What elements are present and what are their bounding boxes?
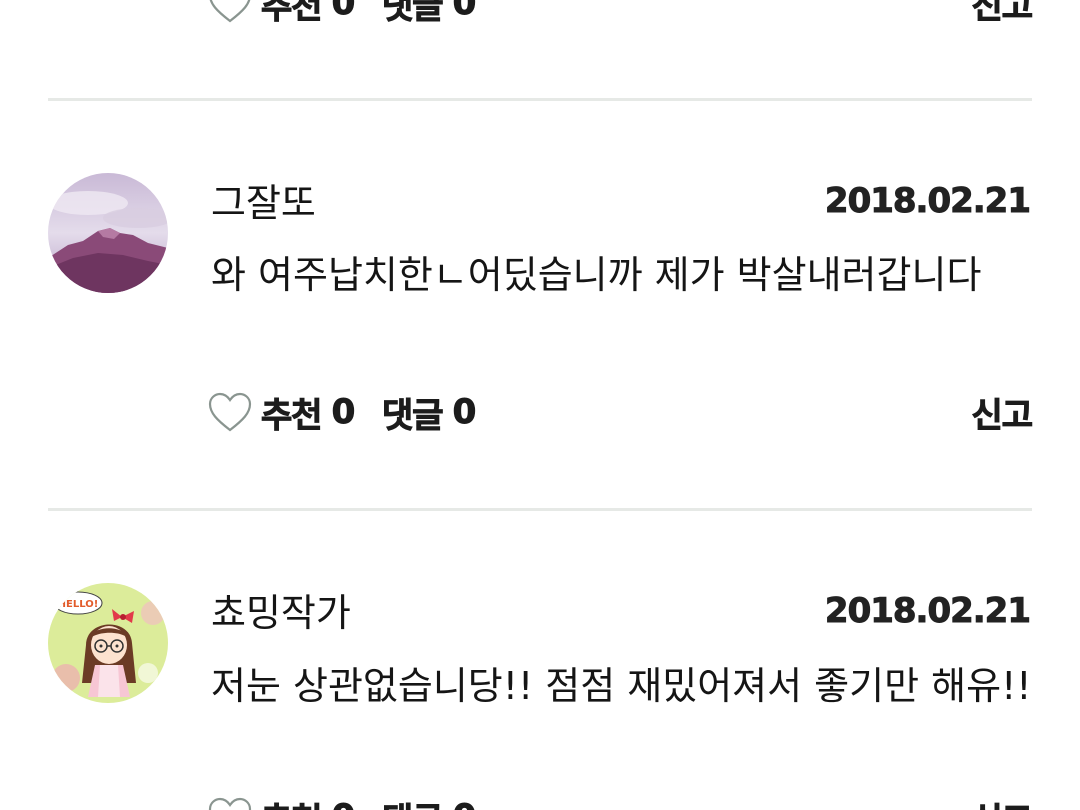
comment-date: 2018.02.21 bbox=[824, 181, 1031, 222]
like-label: 추천 bbox=[261, 0, 324, 27]
heart-icon bbox=[209, 0, 251, 23]
comment-actions: 추천 0 댓글 0 신고 bbox=[0, 387, 1080, 437]
report-button[interactable]: 신고 bbox=[971, 792, 1034, 810]
comment-author: 그잘또 bbox=[211, 181, 316, 225]
comment-text: 와 여주납치한ㄴ어딨습니까 제가 박살내러갑니다 bbox=[211, 253, 982, 297]
comment-list: 추천 0 댓글 0 신고 그잘또 2018.02.21 와 여주납치한ㄴ어딨습니… bbox=[0, 0, 1080, 810]
like-button[interactable]: 추천 0 bbox=[207, 387, 356, 437]
reply-label: 댓글 bbox=[382, 793, 445, 810]
report-button[interactable]: 신고 bbox=[971, 387, 1034, 437]
report-button[interactable]: 신고 bbox=[971, 0, 1034, 28]
divider bbox=[48, 508, 1032, 511]
comment-date: 2018.02.21 bbox=[824, 591, 1031, 632]
reply-label: 댓글 bbox=[382, 395, 445, 436]
like-label: 추천 bbox=[261, 793, 324, 810]
report-label: 신고 bbox=[971, 793, 1034, 810]
divider bbox=[48, 98, 1032, 101]
reply-button[interactable]: 댓글 0 bbox=[382, 387, 477, 437]
avatar[interactable] bbox=[48, 173, 168, 293]
like-button[interactable]: 추천 0 bbox=[207, 0, 356, 28]
comment-text: 저눈 상관없습니당!! 점점 재밌어져서 좋기만 해유!! bbox=[211, 664, 1032, 708]
reply-count: 0 bbox=[452, 797, 477, 810]
like-count: 0 bbox=[331, 797, 356, 810]
like-count: 0 bbox=[331, 392, 356, 433]
heart-icon bbox=[208, 797, 252, 810]
avatar-hello-text: HELLO! bbox=[58, 599, 99, 610]
report-label: 신고 bbox=[971, 395, 1034, 436]
like-label: 추천 bbox=[261, 395, 324, 436]
reply-button[interactable]: 댓글 0 bbox=[382, 0, 477, 28]
reply-count: 0 bbox=[452, 0, 477, 24]
avatar[interactable]: HELLO! bbox=[48, 583, 168, 703]
like-count: 0 bbox=[331, 0, 356, 24]
comment-actions: 추천 0 댓글 0 신고 bbox=[0, 792, 1080, 810]
reply-count: 0 bbox=[452, 392, 477, 433]
mountain-landscape-avatar-icon bbox=[48, 173, 168, 293]
report-label: 신고 bbox=[971, 0, 1034, 27]
comment-author: 쵸밍작가 bbox=[211, 591, 351, 635]
like-button[interactable]: 추천 0 bbox=[207, 792, 356, 810]
heart-icon bbox=[208, 392, 252, 432]
reply-label: 댓글 bbox=[382, 0, 445, 27]
comment-actions-previous: 추천 0 댓글 0 신고 bbox=[0, 0, 1080, 28]
reply-button[interactable]: 댓글 0 bbox=[382, 792, 477, 810]
cartoon-girl-avatar-icon: HELLO! bbox=[48, 583, 168, 703]
